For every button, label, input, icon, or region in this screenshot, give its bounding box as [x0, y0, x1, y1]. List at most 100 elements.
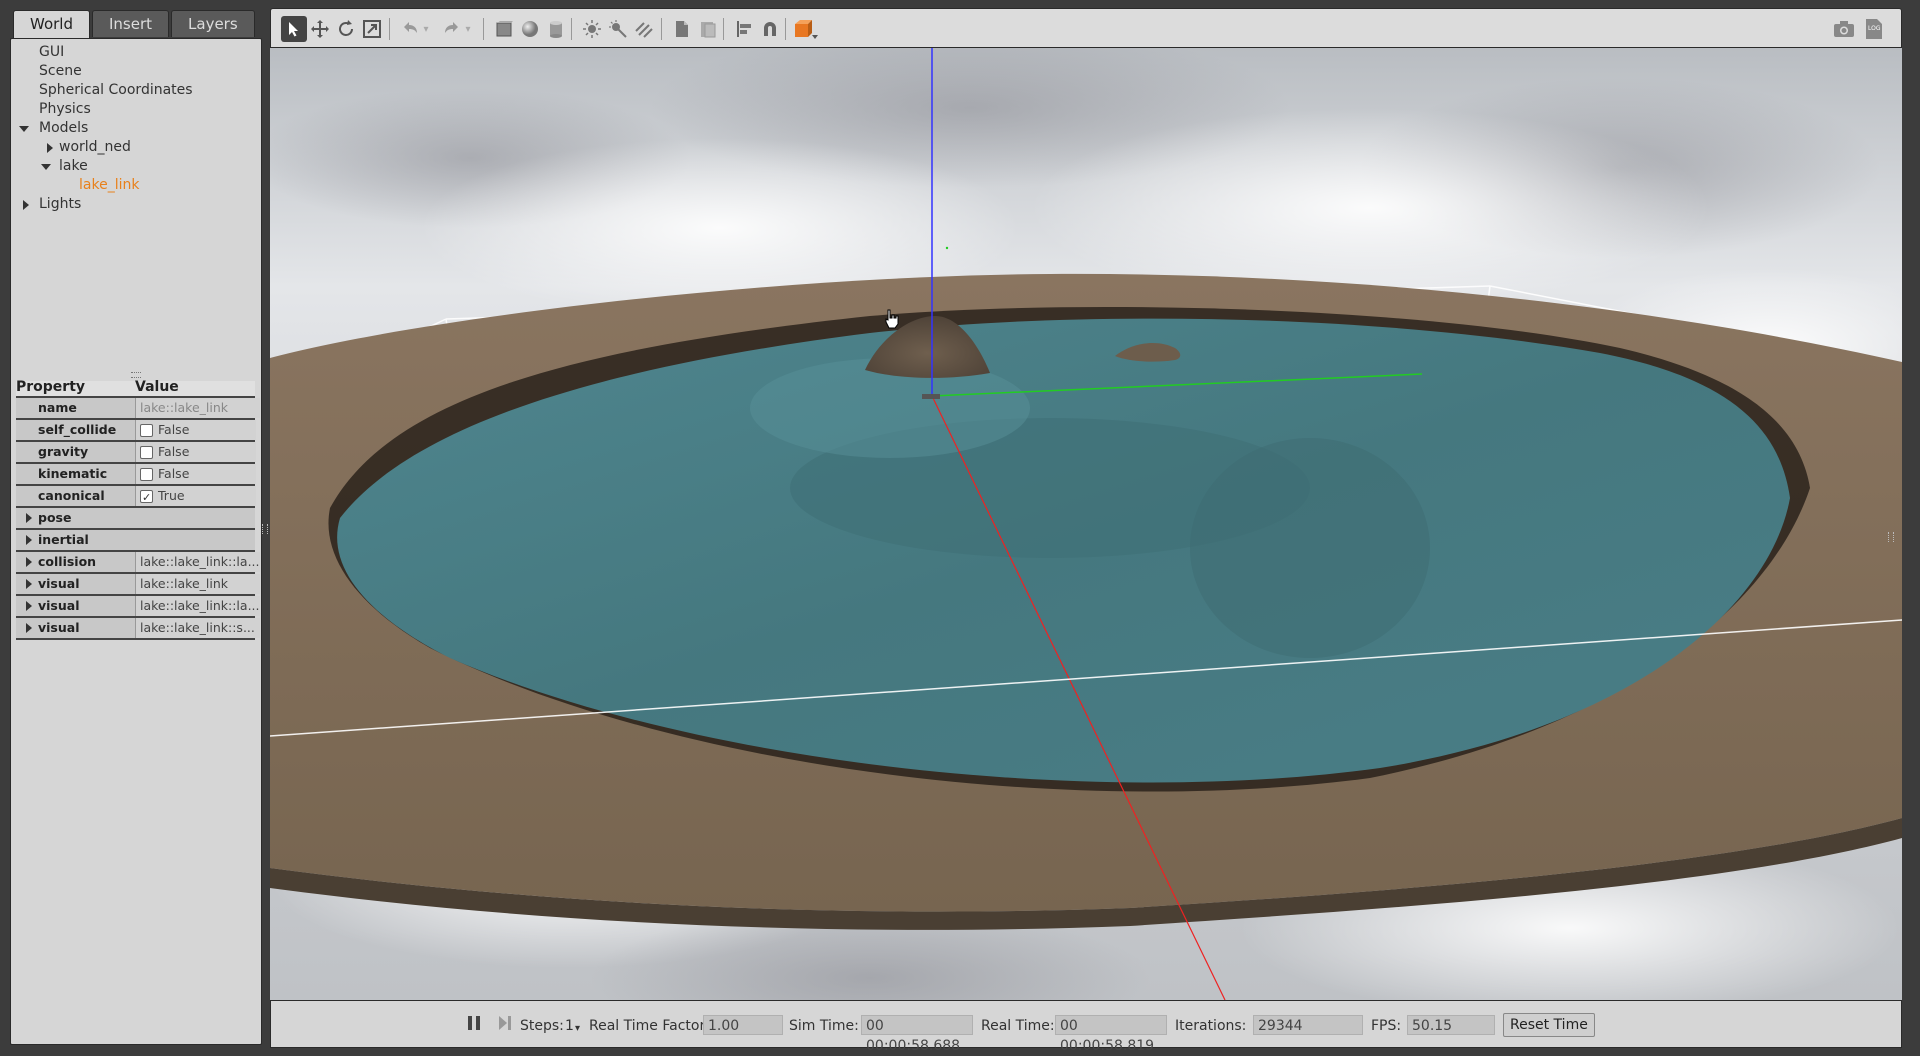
toolbar-separator	[571, 18, 572, 40]
tab-world[interactable]: World	[13, 10, 90, 39]
prop-key: inertial	[38, 532, 89, 547]
log-icon[interactable]: LOG	[1861, 16, 1887, 42]
rtf-value: 1.00	[703, 1015, 783, 1035]
cylinder-icon[interactable]	[543, 16, 569, 42]
prop-value: lake::lake_link::la...	[135, 552, 260, 572]
real-time-value: 00 00:00:58.819	[1055, 1015, 1167, 1054]
scale-icon[interactable]	[359, 16, 385, 42]
tree-item-world-ned[interactable]: world_ned	[11, 138, 261, 157]
prop-row-pose[interactable]: pose	[16, 508, 255, 530]
prop-row-inertial[interactable]: inertial	[16, 530, 255, 552]
header-property: Property	[16, 379, 86, 395]
steps-value[interactable]: 1	[565, 1016, 574, 1036]
tree-label-lake: lake	[59, 158, 88, 174]
undo-dropdown-icon[interactable]: ▾	[419, 16, 433, 42]
tree-item-spherical-coordinates[interactable]: Spherical Coordinates	[11, 81, 261, 100]
view-angle-icon[interactable]	[793, 16, 819, 42]
toolbar-separator	[661, 18, 662, 40]
rtf-label: Real Time Factor:	[589, 1018, 710, 1034]
prop-row-kinematic: kinematic False	[16, 464, 256, 486]
world-panel: GUI Scene Spherical Coordinates Physics …	[10, 38, 262, 1045]
prop-value: lake::lake_link::la...	[135, 596, 260, 616]
sim-time-label: Sim Time:	[789, 1018, 859, 1034]
fps-label: FPS:	[1371, 1018, 1402, 1034]
checkbox-label: True	[158, 488, 185, 503]
steps-label: Steps:	[520, 1018, 564, 1034]
select-arrow-icon[interactable]	[281, 16, 307, 42]
property-table: Property Value name lake::lake_link self…	[16, 379, 260, 640]
checkbox-label: False	[158, 444, 190, 459]
sphere-icon[interactable]	[517, 16, 543, 42]
snap-magnet-icon[interactable]	[757, 16, 783, 42]
left-tabbar: World Insert Layers	[13, 10, 257, 39]
tree-item-models[interactable]: Models	[11, 119, 261, 138]
align-icon[interactable]	[731, 16, 757, 42]
prop-value: False	[135, 420, 256, 440]
prop-row-gravity: gravity False	[16, 442, 256, 464]
status-bar: Steps: 1 ▾ Real Time Factor: 1.00 Sim Ti…	[270, 1000, 1902, 1054]
prop-value: lake::lake_link	[135, 574, 260, 594]
reset-time-button[interactable]: Reset Time	[1503, 1013, 1595, 1037]
expand-arrow-icon[interactable]	[41, 164, 51, 170]
header-value: Value	[135, 379, 179, 395]
tree-label-world-ned: world_ned	[59, 139, 131, 155]
collapse-arrow-icon[interactable]	[23, 200, 29, 210]
iterations-value: 29344	[1253, 1015, 1363, 1035]
property-table-header: Property Value	[16, 379, 255, 398]
redo-dropdown-icon[interactable]: ▾	[461, 16, 475, 42]
prop-value: lake::lake_link::s...	[135, 618, 260, 638]
prop-value: False	[135, 442, 256, 462]
self-collide-checkbox[interactable]	[140, 424, 153, 437]
kinematic-checkbox[interactable]	[140, 468, 153, 481]
pause-icon[interactable]	[463, 1012, 485, 1034]
tab-insert[interactable]: Insert	[92, 10, 170, 37]
svg-text:LOG: LOG	[1868, 25, 1881, 32]
directional-light-icon[interactable]	[631, 16, 657, 42]
origin-marker	[922, 394, 940, 399]
tree-item-lake-link[interactable]: lake_link	[11, 176, 261, 195]
screenshot-icon[interactable]	[1831, 16, 1857, 42]
spot-light-icon[interactable]	[605, 16, 631, 42]
prop-row-name: name lake::lake_link	[16, 398, 260, 420]
scene-render[interactable]	[270, 48, 1902, 1000]
toolbar-separator	[723, 18, 724, 40]
prop-row-collision[interactable]: collision lake::lake_link::la...	[16, 552, 260, 574]
steps-dropdown-icon[interactable]: ▾	[575, 1019, 580, 1039]
box-icon[interactable]	[491, 16, 517, 42]
point-light-icon[interactable]	[579, 16, 605, 42]
sim-time-value: 00 00:00:58.688	[861, 1015, 973, 1054]
toolbar-separator	[483, 18, 484, 40]
paste-icon[interactable]	[695, 16, 721, 42]
copy-icon[interactable]	[669, 16, 695, 42]
prop-value: False	[135, 464, 256, 484]
collapse-arrow-icon[interactable]	[47, 143, 53, 153]
left-panel-resize-grip[interactable]	[262, 524, 268, 534]
panel-splitter-handle[interactable]	[131, 372, 141, 378]
tree-item-scene[interactable]: Scene	[11, 62, 261, 81]
prop-row-canonical: canonical True	[16, 486, 256, 508]
tab-layers[interactable]: Layers	[171, 10, 255, 37]
tree-label-lights: Lights	[39, 196, 82, 212]
tree-label-models: Models	[39, 120, 89, 136]
prop-row-visual[interactable]: visual lake::lake_link::s...	[16, 618, 260, 640]
3d-viewport[interactable]	[270, 48, 1902, 1000]
expand-arrow-icon[interactable]	[19, 126, 29, 132]
right-panel-resize-grip[interactable]	[1888, 532, 1894, 542]
fps-value: 50.15	[1407, 1015, 1495, 1035]
prop-row-visual[interactable]: visual lake::lake_link::la...	[16, 596, 260, 618]
world-tree: GUI Scene Spherical Coordinates Physics …	[11, 43, 261, 214]
toolbar: ▾ ▾ LOG	[270, 8, 1902, 48]
tree-item-gui[interactable]: GUI	[11, 43, 261, 62]
translate-icon[interactable]	[307, 16, 333, 42]
prop-row-self-collide: self_collide False	[16, 420, 256, 442]
step-icon[interactable]	[494, 1012, 516, 1034]
gravity-checkbox[interactable]	[140, 446, 153, 459]
toolbar-separator	[785, 18, 786, 40]
tree-item-lights[interactable]: Lights	[11, 195, 261, 214]
tree-item-lake[interactable]: lake	[11, 157, 261, 176]
main-area: ▾ ▾ LOG Steps: 1 ▾ Real Time Factor: 1.0…	[270, 8, 1902, 1054]
canonical-checkbox[interactable]	[140, 488, 153, 506]
prop-row-visual[interactable]: visual lake::lake_link	[16, 574, 260, 596]
rotate-icon[interactable]	[333, 16, 359, 42]
tree-item-physics[interactable]: Physics	[11, 100, 261, 119]
